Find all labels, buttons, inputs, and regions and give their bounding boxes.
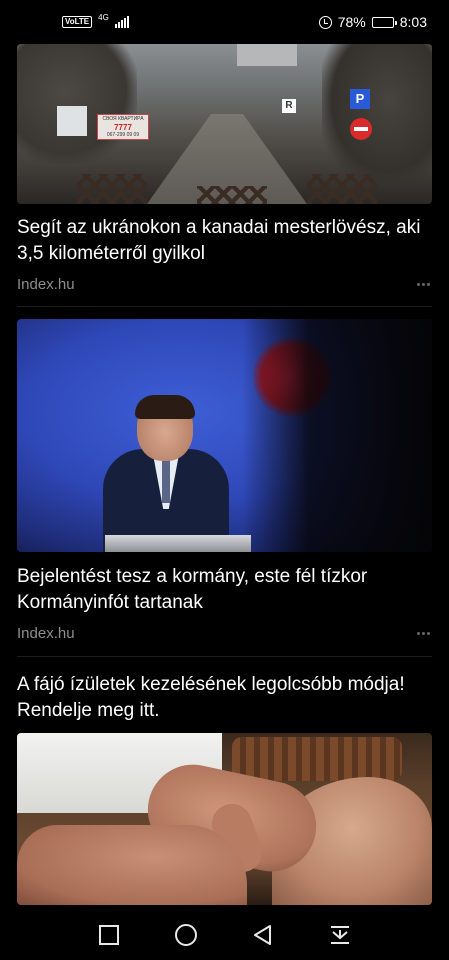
article-card[interactable]: Bejelentést tesz a kormány, este fél tíz… — [17, 319, 432, 644]
home-circle-icon[interactable] — [166, 915, 206, 955]
status-right: 78% 8:03 — [318, 14, 427, 30]
alarm-icon — [318, 15, 332, 29]
barricade — [197, 186, 267, 204]
billboard-text: СВОЯ КВАРТИРА — [102, 116, 144, 122]
article-card[interactable]: СВОЯ КВАРТИРА 7777 067-299 09 09 P R Seg… — [17, 44, 432, 295]
more-options-icon[interactable] — [417, 631, 432, 635]
building — [237, 44, 297, 66]
wicker-chair — [232, 737, 402, 781]
back-triangle-icon[interactable] — [243, 915, 283, 955]
news-feed[interactable]: СВОЯ КВАРТИРА 7777 067-299 09 09 P R Seg… — [17, 44, 432, 905]
barricade — [307, 174, 377, 204]
volte-indicator: VoLTE — [62, 16, 93, 28]
article-meta: Index.hu — [17, 622, 432, 644]
network-type: 4G — [98, 13, 109, 22]
billboard-number: 7777 — [114, 123, 132, 132]
article-meta: Index.hu — [17, 273, 432, 295]
barricade — [77, 174, 147, 204]
ad-headline[interactable]: A fájó ízületek kezelésének legolcsóbb m… — [17, 672, 432, 724]
billboard: СВОЯ КВАРТИРА 7777 067-299 09 09 — [97, 114, 149, 140]
navigation-bar — [0, 910, 449, 960]
article-source: Index.hu — [17, 275, 75, 293]
article-headline[interactable]: Segít az ukránokon a kanadai mesterlövés… — [17, 215, 432, 267]
notification-pulldown-icon[interactable] — [320, 915, 360, 955]
billboard-phone: 067-299 09 09 — [106, 132, 140, 138]
clock: 8:03 — [399, 14, 427, 30]
parking-sign: P — [350, 89, 370, 109]
billboard-small — [57, 106, 87, 136]
more-options-icon[interactable] — [417, 282, 432, 286]
ad-image[interactable] — [17, 733, 432, 905]
divider — [17, 656, 432, 657]
hand-lower — [17, 825, 247, 905]
ad-card[interactable]: A fájó ízületek kezelésének legolcsóbb m… — [17, 672, 432, 905]
speaker-hair — [135, 395, 195, 419]
article-image[interactable] — [17, 319, 432, 552]
status-bar: VoLTE 4G 78% 8:03 — [0, 0, 449, 44]
no-entry-sign — [350, 118, 372, 140]
signal-icon — [114, 16, 129, 28]
battery-percent: 78% — [337, 14, 366, 30]
article-image[interactable]: СВОЯ КВАРТИРА 7777 067-299 09 09 P R — [17, 44, 432, 204]
trees-right — [322, 44, 432, 184]
podium — [105, 535, 251, 552]
divider — [17, 306, 432, 307]
trees-left — [17, 44, 137, 164]
article-headline[interactable]: Bejelentést tesz a kormány, este fél tíz… — [17, 564, 432, 616]
status-left: VoLTE 4G — [62, 13, 129, 28]
battery-icon — [371, 16, 397, 28]
road-sign-r: R — [282, 99, 296, 113]
article-source: Index.hu — [17, 624, 75, 642]
recents-square-icon[interactable] — [89, 915, 129, 955]
dark-overlay — [242, 319, 432, 552]
